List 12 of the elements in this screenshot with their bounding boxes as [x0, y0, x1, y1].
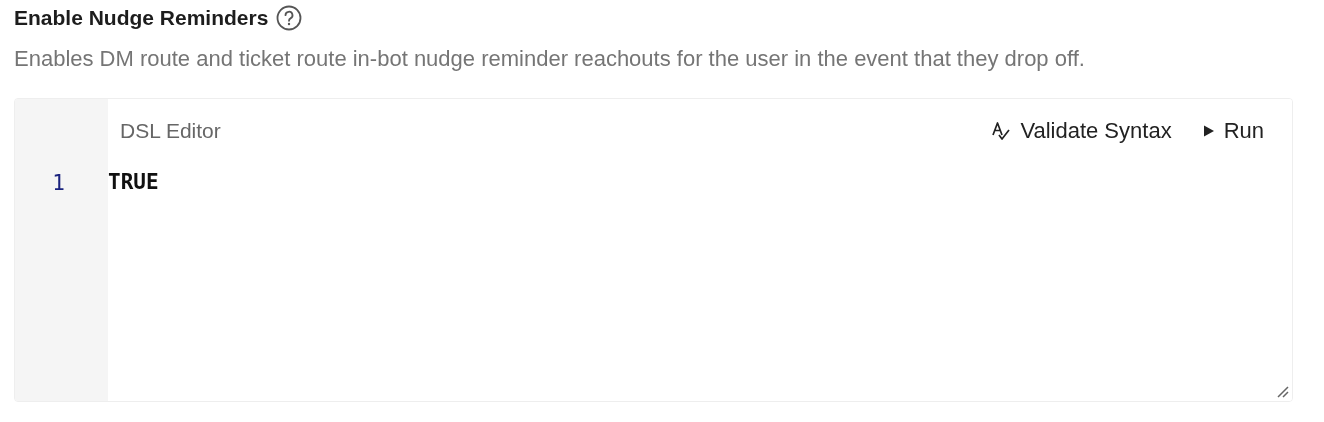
- setting-description: Enables DM route and ticket route in-bot nudge reminder reachouts for the user in the event that they drop off.: [14, 46, 1086, 72]
- run-button[interactable]: Run: [1201, 114, 1264, 148]
- setting-title: Enable Nudge Reminders: [14, 6, 269, 30]
- play-icon: [1201, 124, 1216, 138]
- help-icon[interactable]: [276, 5, 303, 31]
- code-editor[interactable]: 1 DSL Editor Validate Syntax Run TRUE: [14, 98, 1293, 402]
- line-number: 1: [52, 170, 65, 196]
- resize-handle-icon[interactable]: [1277, 386, 1289, 398]
- editor-title: DSL Editor: [120, 119, 221, 143]
- validate-syntax-button[interactable]: Validate Syntax: [990, 114, 1172, 148]
- code-line: TRUE: [108, 169, 160, 195]
- spellcheck-icon: [990, 120, 1013, 142]
